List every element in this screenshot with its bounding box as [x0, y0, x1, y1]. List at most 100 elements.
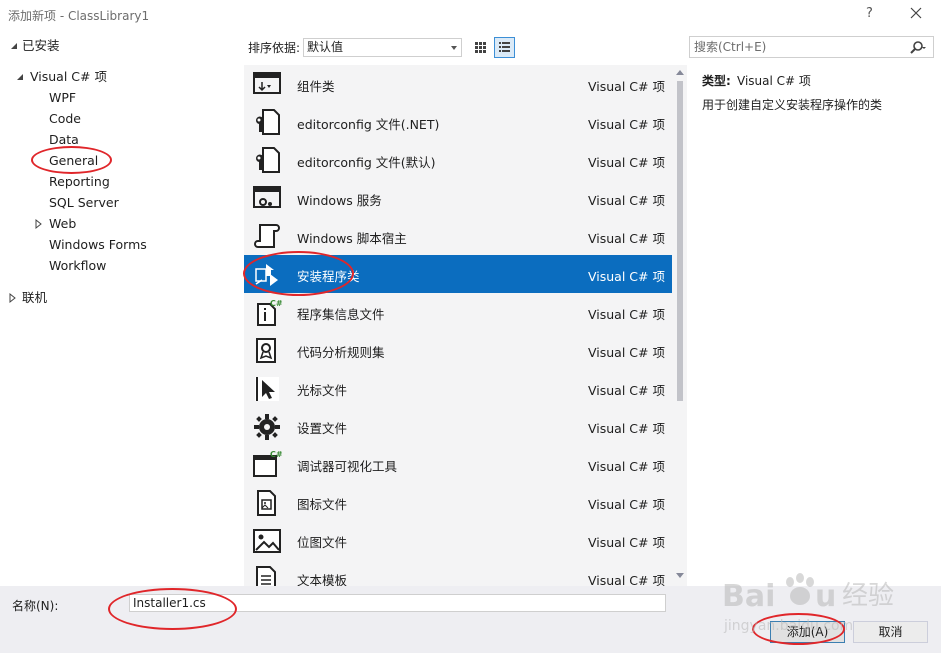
- settings-file-icon: [254, 414, 280, 440]
- name-field[interactable]: [129, 594, 666, 612]
- item-language: Visual C# 项: [588, 231, 665, 246]
- item-name: 图标文件: [297, 497, 348, 512]
- list-item[interactable]: Windows 服务 Visual C# 项: [244, 179, 672, 217]
- assembly-info-icon: C#: [257, 299, 282, 326]
- tree-item-web[interactable]: Web: [49, 214, 76, 234]
- tree-item-visual-csharp[interactable]: Visual C# 项: [30, 67, 107, 87]
- template-list: 组件类 Visual C# 项 editorconfig 文件(.NET) Visua…: [244, 65, 687, 586]
- info-panel: 类型: Visual C# 项 用于创建自定义安装程序操作的类: [688, 65, 941, 586]
- help-button[interactable]: ?: [866, 6, 873, 21]
- list-scrollbar[interactable]: [673, 65, 687, 586]
- editorconfig-icon: [255, 147, 280, 173]
- list-view-button[interactable]: [494, 37, 515, 58]
- list-item[interactable]: C# 程序集信息文件 Visual C# 项: [244, 293, 672, 331]
- item-language: Visual C# 项: [588, 383, 665, 398]
- grid-view-icon[interactable]: [470, 37, 491, 58]
- tree-item-installed[interactable]: 已安装: [22, 36, 60, 56]
- item-name: editorconfig 文件(.NET): [297, 117, 440, 132]
- scroll-thumb[interactable]: [677, 81, 683, 401]
- close-icon[interactable]: [906, 3, 926, 23]
- list-item[interactable]: 代码分析规则集 Visual C# 项: [244, 331, 672, 369]
- item-language: Visual C# 项: [588, 345, 665, 360]
- expanded-arrow-icon[interactable]: [9, 36, 19, 56]
- icon-file-icon: [257, 490, 276, 516]
- item-name: 调试器可视化工具: [297, 459, 398, 474]
- list-item[interactable]: 位图文件 Visual C# 项: [244, 521, 672, 559]
- item-name: 组件类: [297, 79, 335, 94]
- item-name: editorconfig 文件(默认): [297, 155, 436, 170]
- scroll-down-icon[interactable]: [676, 573, 684, 578]
- tree-item-general[interactable]: General: [49, 151, 98, 171]
- title-bar: 添加新项 - ClassLibrary1 ?: [0, 0, 941, 30]
- component-class-icon: [253, 72, 281, 94]
- item-language: Visual C# 项: [588, 307, 665, 322]
- item-language: Visual C# 项: [588, 535, 665, 550]
- item-name: 程序集信息文件: [297, 307, 385, 322]
- scroll-up-icon[interactable]: [676, 70, 684, 75]
- list-item[interactable]: editorconfig 文件(.NET) Visual C# 项: [244, 103, 672, 141]
- item-name: 代码分析规则集: [297, 345, 385, 360]
- list-item[interactable]: 设置文件 Visual C# 项: [244, 407, 672, 445]
- cancel-button[interactable]: 取消: [853, 621, 928, 643]
- list-item[interactable]: C# 调试器可视化工具 Visual C# 项: [244, 445, 672, 483]
- debugger-visualizer-icon: C#: [253, 450, 282, 477]
- tree-item-data[interactable]: Data: [49, 130, 79, 150]
- item-name: 位图文件: [297, 535, 348, 550]
- list-item[interactable]: 安装程序类 Visual C# 项: [244, 255, 672, 293]
- type-value: Visual C# 项: [737, 74, 811, 88]
- tree-item-workflow[interactable]: Workflow: [49, 256, 106, 276]
- chevron-down-icon: [451, 46, 457, 50]
- item-language: Visual C# 项: [588, 155, 665, 170]
- search-icon[interactable]: [909, 40, 927, 56]
- add-button[interactable]: 添加(A): [770, 621, 845, 643]
- tree-item-windows-forms[interactable]: Windows Forms: [49, 235, 147, 255]
- name-label: 名称(N):: [12, 599, 59, 613]
- svg-text:C#: C#: [270, 450, 282, 459]
- item-language: Visual C# 项: [588, 117, 665, 132]
- list-item[interactable]: editorconfig 文件(默认) Visual C# 项: [244, 141, 672, 179]
- text-template-icon: [256, 566, 276, 586]
- list-item[interactable]: 组件类 Visual C# 项: [244, 65, 672, 103]
- item-language: Visual C# 项: [588, 193, 665, 208]
- collapsed-arrow-icon[interactable]: [7, 288, 17, 308]
- item-language: Visual C# 项: [588, 421, 665, 436]
- tree-item-reporting[interactable]: Reporting: [49, 172, 110, 192]
- bitmap-file-icon: [253, 529, 281, 553]
- item-language: Visual C# 项: [588, 459, 665, 474]
- cursor-file-icon: [255, 377, 279, 401]
- script-host-icon: [254, 224, 280, 248]
- template-tree: 已安装 Visual C# 项 WPF Code Data General Re…: [0, 30, 243, 586]
- windows-service-icon: [253, 186, 281, 208]
- svg-text:C#: C#: [270, 299, 282, 308]
- item-name: 文本模板: [297, 573, 348, 586]
- editorconfig-icon: [255, 109, 280, 135]
- item-name: Windows 脚本宿主: [297, 231, 407, 246]
- search-input[interactable]: [690, 37, 900, 57]
- tree-item-sql-server[interactable]: SQL Server: [49, 193, 119, 213]
- type-label: 类型:: [702, 74, 731, 88]
- list-item[interactable]: 光标文件 Visual C# 项: [244, 369, 672, 407]
- sort-value: 默认值: [307, 40, 344, 54]
- tree-item-code[interactable]: Code: [49, 109, 81, 129]
- item-language: Visual C# 项: [588, 269, 665, 284]
- list-item[interactable]: 图标文件 Visual C# 项: [244, 483, 672, 521]
- list-item[interactable]: Windows 脚本宿主 Visual C# 项: [244, 217, 672, 255]
- tree-item-online[interactable]: 联机: [22, 288, 47, 308]
- installer-class-icon: [255, 264, 278, 286]
- tree-item-wpf[interactable]: WPF: [49, 88, 76, 108]
- list-item[interactable]: 文本模板 Visual C# 项: [244, 559, 672, 586]
- item-name: 安装程序类: [297, 269, 360, 284]
- expanded-arrow-icon[interactable]: [15, 67, 25, 87]
- item-language: Visual C# 项: [588, 497, 665, 512]
- item-name: Windows 服务: [297, 193, 382, 208]
- item-name: 设置文件: [297, 421, 348, 436]
- sort-dropdown[interactable]: 默认值: [303, 38, 462, 57]
- collapsed-arrow-icon[interactable]: [33, 214, 43, 234]
- list-view-icon: [499, 42, 510, 52]
- item-language: Visual C# 项: [588, 79, 665, 94]
- window-title: 添加新项 - ClassLibrary1: [8, 9, 150, 23]
- bottom-bar: 名称(N): 添加(A) 取消: [0, 586, 941, 653]
- search-box[interactable]: [689, 36, 934, 58]
- ruleset-icon: [256, 338, 276, 363]
- sort-label: 排序依据:: [248, 41, 301, 55]
